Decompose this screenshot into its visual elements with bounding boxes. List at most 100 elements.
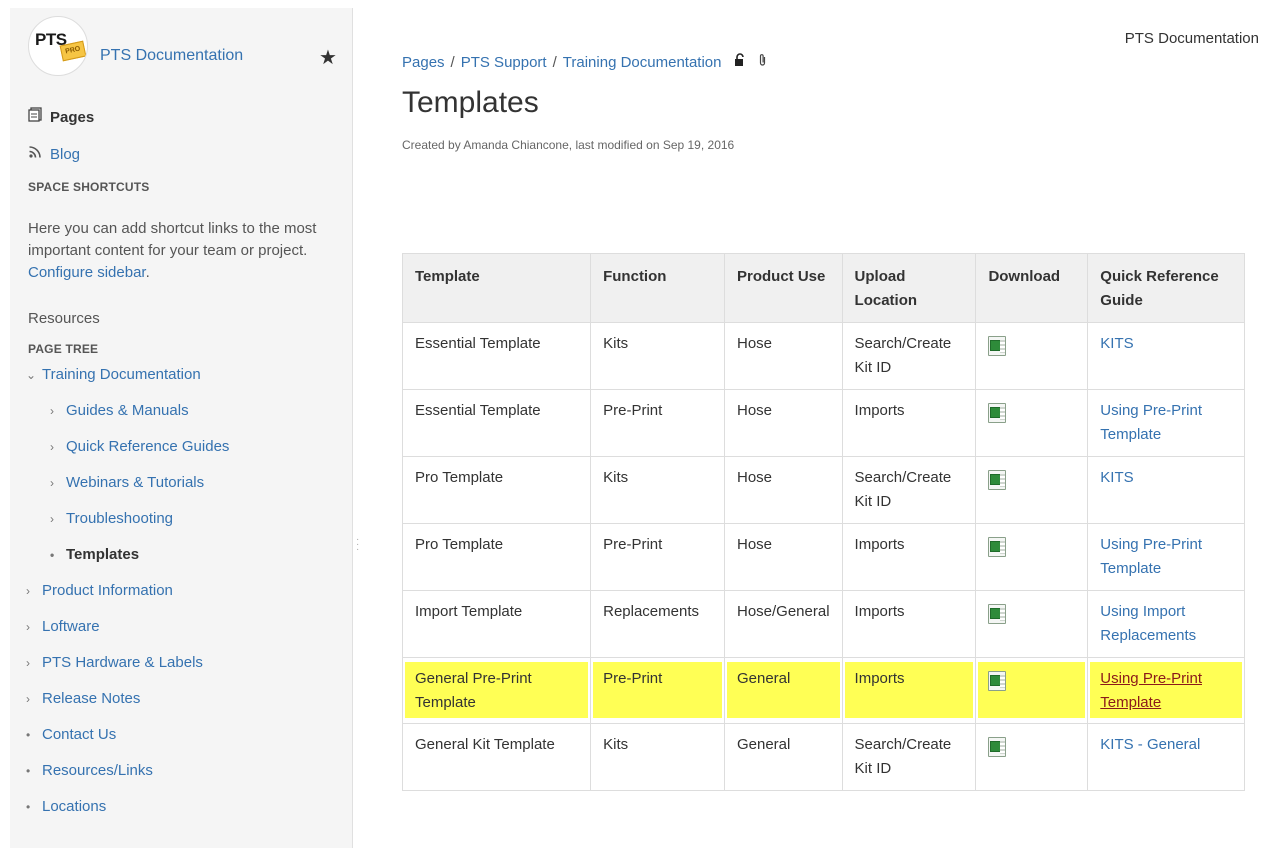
chevron-right-icon[interactable]: › [50,440,66,454]
excel-file-icon[interactable] [988,737,1007,757]
chevron-right-icon[interactable]: › [26,584,42,598]
guide-link[interactable]: KITS [1100,469,1133,486]
page-tree-item-label[interactable]: Contact Us [42,726,116,743]
cell-quick-reference-guide: KITS [1087,456,1245,524]
cell-product-use: Hose [723,456,843,524]
page-tree-item[interactable]: › Release Notes [26,690,140,707]
breadcrumb-pts-support[interactable]: PTS Support [461,54,547,71]
page-tree-item-label[interactable]: Resources/Links [42,762,153,779]
guide-link[interactable]: Using Import Replacements [1100,603,1196,644]
table-row: Import Template Replacements Hose/General I… [401,590,1245,658]
guide-link[interactable]: Using Pre-Print Template [1100,670,1202,711]
cell-download [975,590,1089,658]
page-tree-item[interactable]: • Resources/Links [26,762,153,779]
chevron-right-icon[interactable]: › [26,620,42,634]
cell-template: Essential Template [401,322,592,390]
page-tree-item[interactable]: › Loftware [26,618,100,635]
page-tree-item-label[interactable]: PTS Hardware & Labels [42,654,203,671]
attachment-icon[interactable] [758,53,767,70]
header-quick-reference-guide: Quick Reference Guide [1087,253,1245,323]
cell-product-use: Hose [723,322,843,390]
space-name-link[interactable]: PTS Documentation [100,47,243,65]
nav-pages[interactable]: Pages [28,107,94,126]
page-tree-item[interactable]: • Contact Us [26,726,116,743]
page-tree-item-label[interactable]: Troubleshooting [66,510,173,527]
cell-upload-location-text: Search/Create Kit ID [854,469,952,510]
page-tree-item-label[interactable]: Guides & Manuals [66,402,189,419]
page-tree-item-label[interactable]: Product Information [42,582,173,599]
page-metadata: Created by Amanda Chiancone, last modifi… [402,138,735,152]
header-space-link[interactable]: PTS Documentation [1125,30,1259,47]
cell-upload-location-text: Imports [854,603,905,620]
nav-blog[interactable]: Blog [28,144,80,163]
page-tree-item-label[interactable]: Loftware [42,618,100,635]
excel-file-icon[interactable] [988,403,1007,423]
sidebar-resize-handle[interactable]: · · · [356,535,359,555]
shortcuts-description: Here you can add shortcut links to the m… [28,220,317,281]
excel-file-icon[interactable] [988,671,1007,691]
cell-product-use-text: Hose [736,536,773,553]
cell-function: Kits [590,456,725,524]
page-tree-item-label[interactable]: Locations [42,798,106,815]
page-tree-item-label[interactable]: Quick Reference Guides [66,438,229,455]
space-logo[interactable]: PTS PRO [28,16,88,76]
guide-link[interactable]: Using Pre-Print Template [1100,536,1202,577]
cell-function-text: Kits [603,335,629,352]
cell-product-use-text: Hose [736,402,773,419]
resources-link[interactable]: Resources [28,310,100,327]
cell-function-text: Pre-Print [603,402,663,419]
excel-file-icon[interactable] [988,537,1007,557]
page-tree-item[interactable]: › Quick Reference Guides [50,438,229,455]
breadcrumb-pages[interactable]: Pages [402,54,445,71]
header-template: Template [401,253,592,323]
cell-template-text: Pro Template [415,536,504,553]
cell-upload-location: Search/Create Kit ID [841,322,977,390]
page-tree-item[interactable]: › Guides & Manuals [50,402,189,419]
chevron-right-icon[interactable]: › [26,692,42,706]
guide-link[interactable]: Using Pre-Print Template [1100,402,1202,443]
nav-blog-label[interactable]: Blog [50,146,80,163]
breadcrumb-training-documentation[interactable]: Training Documentation [563,54,722,71]
star-icon[interactable]: ★ [319,45,337,70]
chevron-down-icon[interactable]: ⌄ [26,368,42,382]
space-shortcuts-title: SPACE SHORTCUTS [28,180,150,194]
chevron-right-icon[interactable]: › [50,476,66,490]
cell-template-text: Essential Template [415,402,541,419]
guide-link[interactable]: KITS - General [1100,736,1200,753]
page-tree-item[interactable]: › Troubleshooting [50,510,173,527]
page-tree-item[interactable]: › Product Information [26,582,173,599]
templates-table: Template Function Product Use Upload Loc… [401,253,1245,791]
excel-file-icon[interactable] [988,336,1007,356]
page-tree-item[interactable]: • Templates [50,546,139,563]
cell-template: General Kit Template [401,723,592,791]
chevron-right-icon[interactable]: › [50,404,66,418]
excel-file-icon[interactable] [988,470,1007,490]
header-download: Download [975,253,1089,323]
chevron-right-icon[interactable]: › [26,656,42,670]
page-tree-item[interactable]: › Webinars & Tutorials [50,474,204,491]
page-tree-item[interactable]: ⌄ Training Documentation [26,366,201,383]
chevron-right-icon[interactable]: › [50,512,66,526]
cell-function-text: Pre-Print [603,536,663,553]
page-tree-item-label[interactable]: Webinars & Tutorials [66,474,204,491]
configure-sidebar-link[interactable]: Configure sidebar [28,264,146,281]
cell-function: Pre-Print [590,523,725,591]
excel-file-icon[interactable] [988,604,1007,624]
cell-upload-location: Imports [841,389,977,457]
cell-product-use-text: General [736,670,791,687]
cell-download [975,723,1089,791]
unlock-icon[interactable] [734,53,746,70]
cell-function: Kits [590,322,725,390]
cell-quick-reference-guide: Using Pre-Print Template [1087,523,1245,591]
guide-link[interactable]: KITS [1100,335,1133,352]
cell-upload-location: Imports [841,657,977,724]
page-tree-item[interactable]: › PTS Hardware & Labels [26,654,203,671]
space-header: PTS PRO PTS Documentation ★ [28,16,348,76]
cell-template: Import Template [401,590,592,658]
cell-template-text: Pro Template [415,469,504,486]
page-tree-item[interactable]: • Locations [26,798,106,815]
page-tree-item-label[interactable]: Templates [66,546,139,563]
table-header-row: Template Function Product Use Upload Loc… [401,253,1245,323]
page-tree-item-label[interactable]: Release Notes [42,690,140,707]
page-tree-item-label[interactable]: Training Documentation [42,366,201,383]
